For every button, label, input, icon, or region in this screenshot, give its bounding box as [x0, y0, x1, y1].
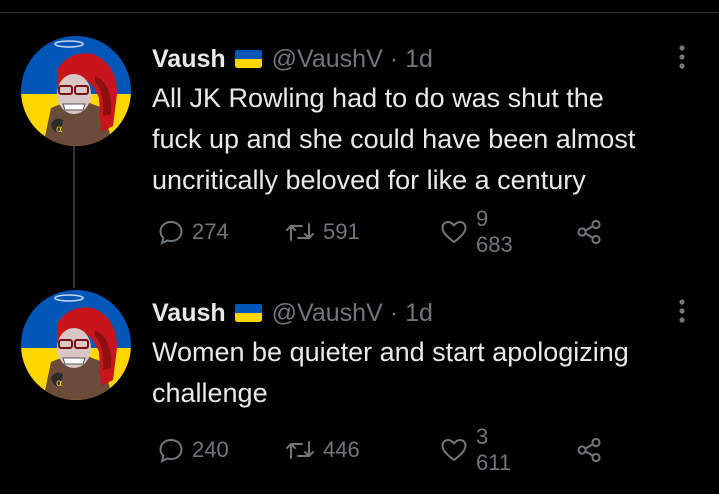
reply-count: 240 [192, 437, 229, 462]
tweet-text: Women be quieter and start apologizing c… [152, 337, 629, 408]
author-handle[interactable]: @VaushV [272, 45, 383, 74]
like-icon [440, 219, 468, 245]
reply-count: 274 [192, 219, 229, 244]
author-name[interactable]: Vaush [152, 45, 226, 74]
more-icon[interactable] [672, 42, 692, 72]
tweet-text: All JK Rowling had to do was shut the fu… [152, 83, 636, 195]
ukraine-flag-icon [234, 50, 262, 68]
avatar[interactable]: α [21, 290, 131, 400]
separator-dot: · [389, 44, 399, 73]
avatar[interactable]: α [21, 36, 131, 146]
reply-icon [158, 437, 184, 463]
author-handle[interactable]: @VaushV [272, 299, 383, 328]
retweet-icon [285, 437, 315, 463]
tweet-header: Vaush @VaushV · 1d [152, 296, 433, 330]
share-icon [576, 437, 602, 463]
retweet-button[interactable]: 591 [285, 212, 360, 252]
retweet-icon [285, 219, 315, 245]
like-count: 3 611 [476, 424, 512, 475]
reply-button[interactable]: 274 [158, 212, 229, 252]
svg-text:α: α [56, 378, 63, 389]
like-button[interactable]: 9 683 [440, 206, 513, 257]
author-name[interactable]: Vaush [152, 299, 226, 328]
like-button[interactable]: 3 611 [440, 424, 511, 475]
timestamp[interactable]: 1d [405, 45, 433, 74]
separator-dot: · [389, 298, 399, 327]
reply-button[interactable]: 240 [158, 430, 229, 470]
tweet-header: Vaush @VaushV · 1d [152, 42, 433, 76]
like-icon [440, 437, 468, 463]
retweet-count: 446 [323, 437, 360, 462]
like-count: 9 683 [476, 206, 513, 257]
svg-text:α: α [56, 124, 63, 135]
reply-icon [158, 219, 184, 245]
top-divider [0, 12, 719, 13]
more-icon[interactable] [672, 296, 692, 326]
retweet-button[interactable]: 446 [285, 430, 360, 470]
thread-connector-line [73, 136, 75, 288]
retweet-count: 591 [323, 219, 360, 244]
share-button[interactable] [576, 430, 602, 470]
ukraine-flag-icon [234, 304, 262, 322]
timestamp[interactable]: 1d [405, 299, 433, 328]
share-icon [576, 219, 602, 245]
share-button[interactable] [576, 212, 602, 252]
